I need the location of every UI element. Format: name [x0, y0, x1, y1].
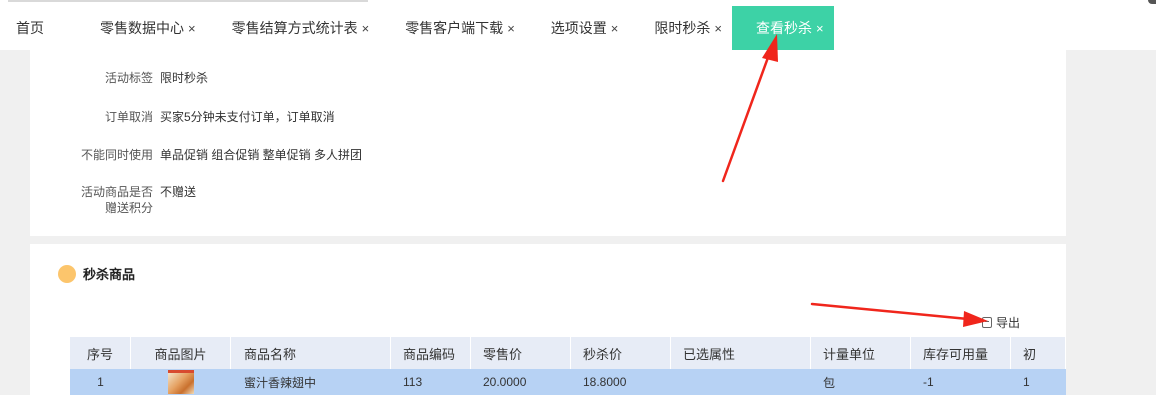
cell-image	[131, 369, 231, 395]
cell-index: 1	[97, 375, 104, 389]
tab-home[interactable]: 首页	[0, 6, 86, 50]
detail-label: 活动商品是否赠送积分	[80, 185, 153, 215]
detail-row: 活动标签 限时秒杀	[30, 70, 1066, 86]
column-header[interactable]: 商品图片	[131, 337, 231, 369]
detail-value: 买家5分钟未支付订单，订单取消	[160, 110, 335, 124]
section-dot-icon	[58, 264, 76, 283]
product-thumbnail[interactable]	[168, 370, 194, 394]
tab-options-settings[interactable]: 选项设置 ×	[537, 6, 641, 50]
tab-label: 首页	[16, 20, 44, 36]
column-header[interactable]: 已选属性	[671, 337, 811, 369]
column-header[interactable]: 初	[1011, 337, 1066, 369]
tab-label: 限时秒杀	[654, 20, 711, 36]
cell-flash-price: 18.8000	[583, 375, 627, 389]
column-header[interactable]: 秒杀价	[571, 337, 671, 369]
column-header[interactable]: 商品名称	[231, 337, 391, 369]
section-title-text: 秒杀商品	[83, 267, 136, 282]
export-icon	[982, 317, 992, 328]
activity-details-panel: 活动标签 限时秒杀 订单取消 买家5分钟未支付订单，订单取消 不能同时使用 单品…	[30, 50, 1066, 236]
tab-view-flash-sale[interactable]: 查看秒杀 ×	[731, 6, 834, 50]
tab-label: 选项设置	[550, 20, 607, 36]
flash-sale-goods-panel: 秒杀商品 导出 序号 商品图片 商品名称 商品编码 零售价 秒杀价 已选属性 计…	[30, 244, 1066, 395]
close-icon[interactable]: ×	[816, 21, 824, 36]
detail-label: 不能同时使用	[80, 148, 153, 162]
close-icon[interactable]: ×	[611, 21, 619, 36]
address-strip	[8, 0, 368, 2]
goods-table: 序号 商品图片 商品名称 商品编码 零售价 秒杀价 已选属性 计量单位 库存可用…	[70, 337, 1066, 395]
tab-label: 零售数据中心	[100, 20, 184, 36]
close-icon[interactable]: ×	[188, 21, 196, 36]
tab-client-download[interactable]: 零售客户端下载 ×	[391, 6, 537, 50]
tab-retail-data-center[interactable]: 零售数据中心 ×	[86, 6, 218, 50]
section-title: 秒杀商品	[58, 264, 135, 283]
tab-label: 零售结算方式统计表	[231, 20, 358, 36]
cell-name: 蜜汁香辣翅中	[244, 375, 317, 390]
column-header[interactable]: 计量单位	[811, 337, 911, 369]
close-icon[interactable]: ×	[362, 21, 370, 36]
cell-unit: 包	[823, 375, 836, 390]
detail-value: 限时秒杀	[160, 71, 209, 85]
tab-settlement-stats[interactable]: 零售结算方式统计表 ×	[218, 6, 392, 50]
window-corner	[1148, 0, 1156, 4]
detail-label: 活动标签	[104, 71, 153, 85]
tab-label: 查看秒杀	[755, 20, 812, 36]
detail-label: 订单取消	[104, 110, 153, 124]
column-header[interactable]: 序号	[70, 337, 131, 369]
close-icon[interactable]: ×	[507, 21, 515, 36]
column-header[interactable]: 商品编码	[391, 337, 471, 369]
cell-extra: 1	[1023, 375, 1030, 389]
table-row[interactable]: 1 蜜汁香辣翅中 113 20.0000 18.8000 包 -1 1	[70, 369, 1066, 395]
cell-stock: -1	[923, 375, 934, 389]
cell-attrs	[671, 369, 811, 395]
tab-label: 零售客户端下载	[405, 20, 504, 36]
cell-retail-price: 20.0000	[483, 375, 527, 389]
cell-code: 113	[403, 375, 423, 389]
table-body: 1 蜜汁香辣翅中 113 20.0000 18.8000 包 -1 1	[70, 369, 1066, 395]
export-label: 导出	[996, 316, 1021, 330]
detail-row: 活动商品是否赠送积分 不赠送	[30, 184, 1066, 216]
tab-flash-sale[interactable]: 限时秒杀 ×	[640, 6, 732, 50]
detail-row: 不能同时使用 单品促销 组合促销 整单促销 多人拼团	[30, 147, 1066, 163]
close-icon[interactable]: ×	[714, 21, 722, 36]
export-button[interactable]: 导出	[982, 314, 1020, 331]
detail-value: 不赠送	[160, 185, 197, 199]
column-header[interactable]: 零售价	[471, 337, 571, 369]
column-header[interactable]: 库存可用量	[911, 337, 1011, 369]
tab-bar: 首页 零售数据中心 × 零售结算方式统计表 × 零售客户端下载 × 选项设置 ×…	[0, 6, 1156, 50]
detail-row: 订单取消 买家5分钟未支付订单，订单取消	[30, 109, 1066, 125]
detail-value: 单品促销 组合促销 整单促销 多人拼团	[160, 148, 363, 162]
table-header: 序号 商品图片 商品名称 商品编码 零售价 秒杀价 已选属性 计量单位 库存可用…	[70, 337, 1066, 369]
